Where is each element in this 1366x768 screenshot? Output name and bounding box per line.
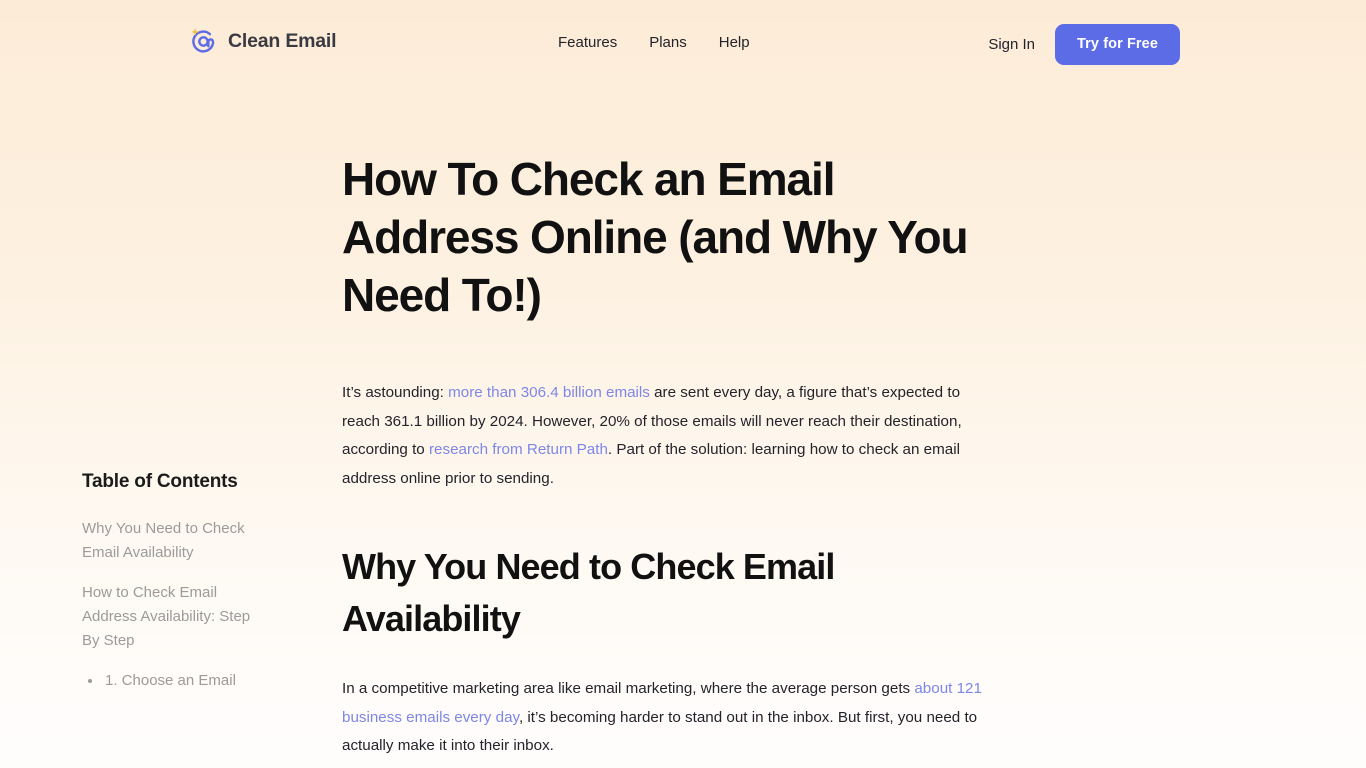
brand-logo[interactable]: Clean Email <box>188 26 337 57</box>
section1-paragraph-1: In a competitive marketing area like ema… <box>342 675 1002 761</box>
sign-in-link[interactable]: Sign In <box>988 36 1035 53</box>
intro-paragraph: It’s astounding: more than 306.4 billion… <box>342 379 1002 493</box>
toc-item-why-you-need-to-check-email-availability[interactable]: Why You Need to Check Email Availability <box>82 517 268 565</box>
section1-text-part-1: In a competitive marketing area like ema… <box>342 680 915 697</box>
article-content: How To Check an Email Address Online (an… <box>342 150 1022 768</box>
brand-name: Clean Email <box>228 30 337 52</box>
main-navigation: Features Plans Help <box>558 32 750 54</box>
toc-title: Table of Contents <box>82 471 238 492</box>
intro-text-part-1: It’s astounding: <box>342 384 449 401</box>
table-of-contents: Table of Contents Why You Need to Check … <box>82 470 282 709</box>
page-title: How To Check an Email Address Online (an… <box>342 153 969 321</box>
toc-item-choose-an-email[interactable]: 1. Choose an Email <box>103 669 282 693</box>
link-306-billion-emails[interactable]: more than 306.4 billion emails <box>448 384 650 401</box>
try-for-free-button[interactable]: Try for Free <box>1055 24 1180 65</box>
nav-item-plans[interactable]: Plans <box>649 32 687 54</box>
toc-sublist: 1. Choose an Email <box>82 669 282 693</box>
toc-item-how-to-check-email-address-availability[interactable]: How to Check Email Address Availability:… <box>82 581 268 653</box>
toc-sublist-container: 1. Choose an Email <box>82 669 282 693</box>
site-header: Clean Email Features Plans Help Sign In … <box>0 0 1366 88</box>
at-sparkle-icon <box>188 26 219 57</box>
nav-item-help[interactable]: Help <box>719 32 750 54</box>
link-return-path-research[interactable]: research from Return Path <box>429 441 608 458</box>
header-actions: Sign In Try for Free <box>988 24 1180 65</box>
section-heading-why-you-need-to-check-email-availability: Why You Need to Check Email Availability <box>342 546 835 639</box>
toc-list: Why You Need to Check Email Availability… <box>82 517 282 693</box>
nav-item-features[interactable]: Features <box>558 32 617 54</box>
